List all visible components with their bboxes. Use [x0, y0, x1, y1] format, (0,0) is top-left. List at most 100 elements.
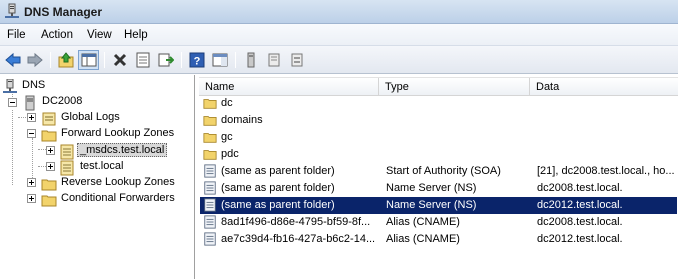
tree-line	[38, 149, 46, 150]
properties-icon	[136, 52, 150, 68]
folder-icon	[41, 179, 57, 191]
table-row[interactable]: (same as parent folder) Name Server (NS) d…	[200, 197, 677, 214]
cell-data: [21], dc2008.test.local., ho...	[537, 165, 675, 177]
up-one-level-button[interactable]	[55, 50, 76, 70]
cell-type: Name Server (NS)	[386, 182, 477, 194]
column-resizer[interactable]	[529, 78, 530, 96]
tree-label: Conditional Forwarders	[61, 192, 175, 204]
menu-help[interactable]: Help	[124, 29, 148, 41]
show-hide-tree-icon	[81, 53, 97, 67]
cell-data: dc2012.test.local.	[537, 233, 623, 245]
delete-icon	[113, 53, 127, 67]
show-hide-tree-button[interactable]	[78, 50, 99, 70]
menu-action[interactable]: Action	[41, 29, 73, 41]
help-icon: ?	[189, 52, 205, 68]
tree-node-test-local[interactable]: test.local	[46, 159, 192, 176]
list-folder-row[interactable]: dc	[200, 95, 677, 112]
zone-icon	[60, 160, 74, 176]
cell-type: Name Server (NS)	[386, 199, 477, 211]
back-button[interactable]	[2, 50, 23, 70]
title-bar: DNS Manager	[0, 0, 678, 24]
tree-label-selected: _msdcs.test.local	[77, 143, 168, 157]
tree-node-dns[interactable]: DNS	[2, 78, 192, 94]
cell-name: 8ad1f496-d86e-4795-bf59-8f...	[221, 216, 371, 228]
folder-icon	[203, 147, 217, 164]
expand-icon[interactable]	[27, 178, 36, 187]
tree-label: test.local	[80, 160, 124, 172]
forward-button[interactable]	[24, 50, 45, 70]
up-folder-icon	[58, 52, 74, 68]
tree-label: DC2008	[42, 95, 83, 107]
dns-record-icon	[203, 164, 217, 181]
server-icon	[25, 95, 35, 111]
toolbar-separator	[181, 52, 182, 68]
collapse-icon[interactable]	[27, 129, 36, 138]
folder-icon	[41, 195, 57, 207]
svg-text:?: ?	[194, 56, 201, 68]
tree-node-global-logs[interactable]: Global Logs	[27, 110, 192, 126]
dns-record-icon	[203, 215, 217, 232]
dns-record-icon	[203, 198, 217, 215]
cell-data: dc2008.test.local.	[537, 216, 623, 228]
menu-view[interactable]: View	[87, 29, 112, 41]
record-icon	[291, 53, 303, 67]
cell-name: (same as parent folder)	[221, 199, 335, 211]
table-row[interactable]: (same as parent folder) Start of Authorit…	[200, 163, 677, 180]
toolbar: ?	[0, 46, 678, 74]
expand-icon[interactable]	[27, 194, 36, 203]
export-list-button[interactable]	[155, 50, 176, 70]
zone-button[interactable]	[263, 50, 284, 70]
menu-bar: File Action View Help	[0, 24, 678, 46]
tree-node-forward-lookup-zones[interactable]: Forward Lookup Zones	[27, 126, 192, 142]
delete-button[interactable]	[109, 50, 130, 70]
folder-icon	[203, 96, 217, 113]
expand-icon[interactable]	[46, 146, 55, 155]
server-button[interactable]	[240, 50, 261, 70]
export-list-icon	[158, 53, 174, 67]
help-button[interactable]: ?	[186, 50, 207, 70]
dns-server-icon	[5, 3, 19, 18]
cell-name: (same as parent folder)	[221, 165, 335, 177]
folder-icon	[41, 130, 57, 142]
tree-node-conditional-forwarders[interactable]: Conditional Forwarders	[27, 191, 192, 207]
list-folder-row[interactable]: domains	[200, 112, 677, 129]
expand-icon[interactable]	[46, 162, 55, 171]
collapse-icon[interactable]	[8, 98, 17, 107]
tree-node-server[interactable]: DC2008	[8, 94, 193, 111]
tree-node-reverse-lookup-zones[interactable]: Reverse Lookup Zones	[27, 175, 192, 191]
column-header-type[interactable]: Type	[385, 81, 409, 93]
folder-icon	[203, 130, 217, 147]
column-header-data[interactable]: Data	[536, 81, 559, 93]
list-folder-row[interactable]: gc	[200, 129, 677, 146]
record-button[interactable]	[286, 50, 307, 70]
back-icon	[5, 52, 21, 68]
cell-name: gc	[221, 131, 233, 143]
table-row[interactable]: 8ad1f496-d86e-4795-bf59-8f... Alias (CNAM…	[200, 214, 677, 231]
column-resizer[interactable]	[378, 78, 379, 96]
column-header-name[interactable]: Name	[205, 81, 234, 93]
log-folder-icon	[42, 112, 56, 126]
table-row[interactable]: ae7c39d4-fb16-427a-b6c2-14... Alias (CNAM…	[200, 231, 677, 248]
cell-data: dc2008.test.local.	[537, 182, 623, 194]
properties-button[interactable]	[132, 50, 153, 70]
forward-icon	[27, 52, 43, 68]
folder-icon	[203, 113, 217, 130]
toolbar-separator	[104, 52, 105, 68]
console-pane-button[interactable]	[209, 50, 230, 70]
cell-name: (same as parent folder)	[221, 182, 335, 194]
console-tree: DNS DC2008 Global Logs Forward Lookup Zo…	[0, 75, 195, 279]
console-pane-icon	[212, 53, 228, 67]
zone-icon	[268, 53, 280, 67]
list-folder-row[interactable]: pdc	[200, 146, 677, 163]
cell-name: pdc	[221, 148, 239, 160]
table-row[interactable]: (same as parent folder) Name Server (NS) d…	[200, 180, 677, 197]
menu-file[interactable]: File	[7, 29, 26, 41]
expand-icon[interactable]	[27, 113, 36, 122]
tree-node-msdcs[interactable]: _msdcs.test.local	[46, 143, 192, 160]
cell-type: Alias (CNAME)	[386, 233, 460, 245]
cell-name: ae7c39d4-fb16-427a-b6c2-14...	[221, 233, 376, 245]
tree-label: DNS	[22, 79, 46, 91]
results-pane: Name Type Data dc domains gc pdc (same as pa…	[199, 75, 678, 279]
window-title: DNS Manager	[24, 5, 103, 19]
zone-icon	[60, 144, 74, 160]
